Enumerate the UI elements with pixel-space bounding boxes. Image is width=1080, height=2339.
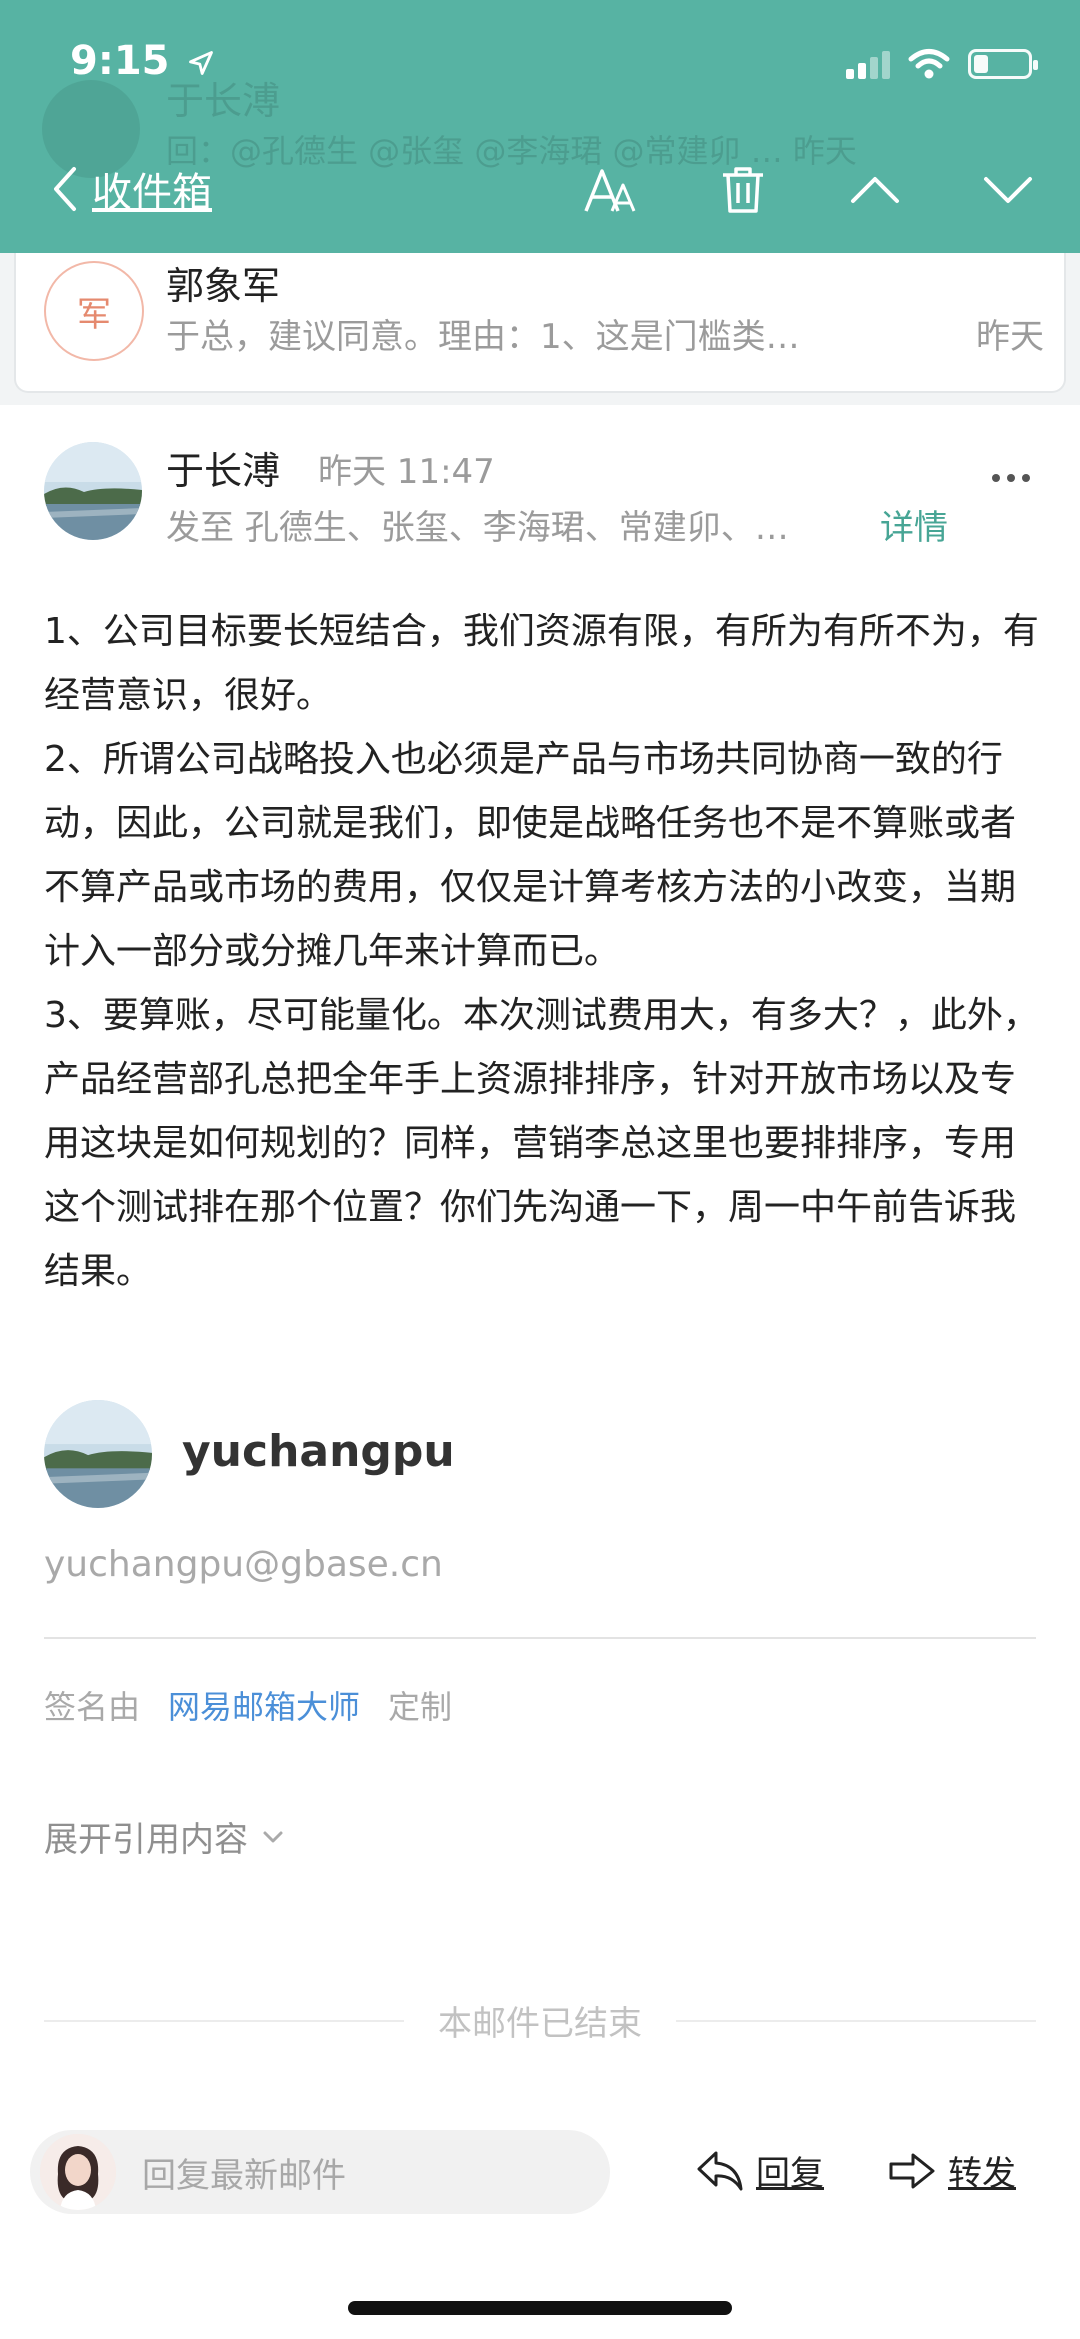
text-size-button[interactable] bbox=[580, 162, 640, 218]
signature-divider bbox=[44, 1637, 1036, 1639]
previous-email-button[interactable] bbox=[845, 162, 905, 218]
email-body: 1、公司目标要长短结合，我们资源有限，有所为有所不为，有经营意识，很好。 2、所… bbox=[44, 600, 1044, 1304]
reply-button[interactable]: 回复 bbox=[696, 2146, 824, 2195]
landscape-avatar-image bbox=[44, 442, 142, 540]
previous-email-preview: 于总，建议同意。理由：1、这是门槛类… bbox=[166, 317, 800, 357]
more-options-icon[interactable] bbox=[992, 474, 1030, 482]
next-email-button[interactable] bbox=[978, 162, 1038, 218]
location-arrow-icon bbox=[189, 51, 214, 75]
trash-icon bbox=[723, 167, 763, 213]
user-portrait-image bbox=[40, 2134, 116, 2210]
thread-previous-section: 军 郭象军 于总，建议同意。理由：1、这是门槛类… 昨天 bbox=[0, 253, 1080, 405]
previous-sender-name: 郭象军 bbox=[166, 264, 281, 308]
cellular-signal-icon bbox=[846, 49, 890, 79]
mail-master-link[interactable]: 网易邮箱大师 bbox=[168, 1682, 360, 1728]
back-button[interactable]: 收件箱 bbox=[52, 160, 212, 218]
landscape-avatar-image bbox=[44, 1400, 152, 1508]
chevron-down-icon bbox=[263, 1831, 283, 1842]
signature-avatar bbox=[44, 1400, 152, 1508]
chevron-up-icon bbox=[851, 177, 899, 203]
previous-sender-avatar: 军 bbox=[44, 261, 144, 361]
status-time: 9:15 bbox=[70, 38, 215, 84]
expand-quote-label: 展开引用内容 bbox=[44, 1820, 248, 1860]
chevron-down-icon bbox=[984, 177, 1032, 203]
forward-button[interactable]: 转发 bbox=[888, 2146, 1016, 2195]
body-paragraph: 3、要算账，尽可能量化。本次测试费用大，有多大？，此外，产品经营部孔总把全年手上… bbox=[44, 995, 1039, 1292]
wifi-icon bbox=[908, 49, 950, 79]
status-time-text: 9:15 bbox=[70, 38, 170, 84]
reply-placeholder: 回复最新邮件 bbox=[142, 2156, 346, 2196]
recipients-list: 发至 孔德生、张玺、李海珺、常建卯、… bbox=[166, 508, 789, 548]
text-size-icon bbox=[584, 169, 636, 212]
signature-credit: 签名由 网易邮箱大师 定制 bbox=[44, 1682, 452, 1728]
body-paragraph: 1、公司目标要长短结合，我们资源有限，有所为有所不为，有经营意识，很好。 bbox=[44, 611, 1039, 716]
sender-avatar[interactable] bbox=[44, 442, 142, 540]
previous-email-date: 昨天 bbox=[976, 317, 1044, 357]
body-paragraph: 2、所谓公司战略投入也必须是产品与市场共同协商一致的行动，因此，公司就是我们，即… bbox=[44, 739, 1017, 972]
battery-icon bbox=[968, 49, 1038, 79]
details-link[interactable]: 详情 bbox=[880, 500, 948, 549]
reply-label: 回复 bbox=[756, 2154, 824, 2194]
back-label: 收件箱 bbox=[92, 170, 212, 216]
user-avatar bbox=[40, 2134, 116, 2210]
forward-icon bbox=[889, 2153, 935, 2188]
customize-text: 定制 bbox=[388, 1688, 453, 1726]
sent-time: 昨天 11:47 bbox=[318, 452, 495, 492]
end-divider-right bbox=[676, 2020, 1036, 2022]
sender-name: 于长溥 bbox=[166, 449, 281, 493]
reply-icon bbox=[697, 2151, 743, 2190]
signature-email[interactable]: yuchangpu@gbase.cn bbox=[44, 1544, 443, 1585]
top-header: 于长溥 回：@孔德生 @张玺 @李海珺 @常建卯 … 昨天 9:15 收件箱 bbox=[0, 0, 1080, 253]
delete-button[interactable] bbox=[713, 162, 773, 218]
status-indicators bbox=[846, 44, 1038, 84]
signature-name: yuchangpu bbox=[182, 1426, 455, 1477]
quick-reply-input[interactable]: 回复最新邮件 bbox=[30, 2130, 610, 2214]
forward-label: 转发 bbox=[948, 2154, 1016, 2194]
chevron-left-icon bbox=[54, 167, 76, 211]
expand-quote-button[interactable]: 展开引用内容 bbox=[44, 1812, 284, 1861]
signed-by-text: 签名由 bbox=[44, 1688, 141, 1726]
previous-email-card[interactable]: 军 郭象军 于总，建议同意。理由：1、这是门槛类… 昨天 bbox=[14, 253, 1066, 393]
mail-navbar: 收件箱 bbox=[0, 150, 1080, 230]
home-indicator[interactable] bbox=[348, 2301, 732, 2315]
